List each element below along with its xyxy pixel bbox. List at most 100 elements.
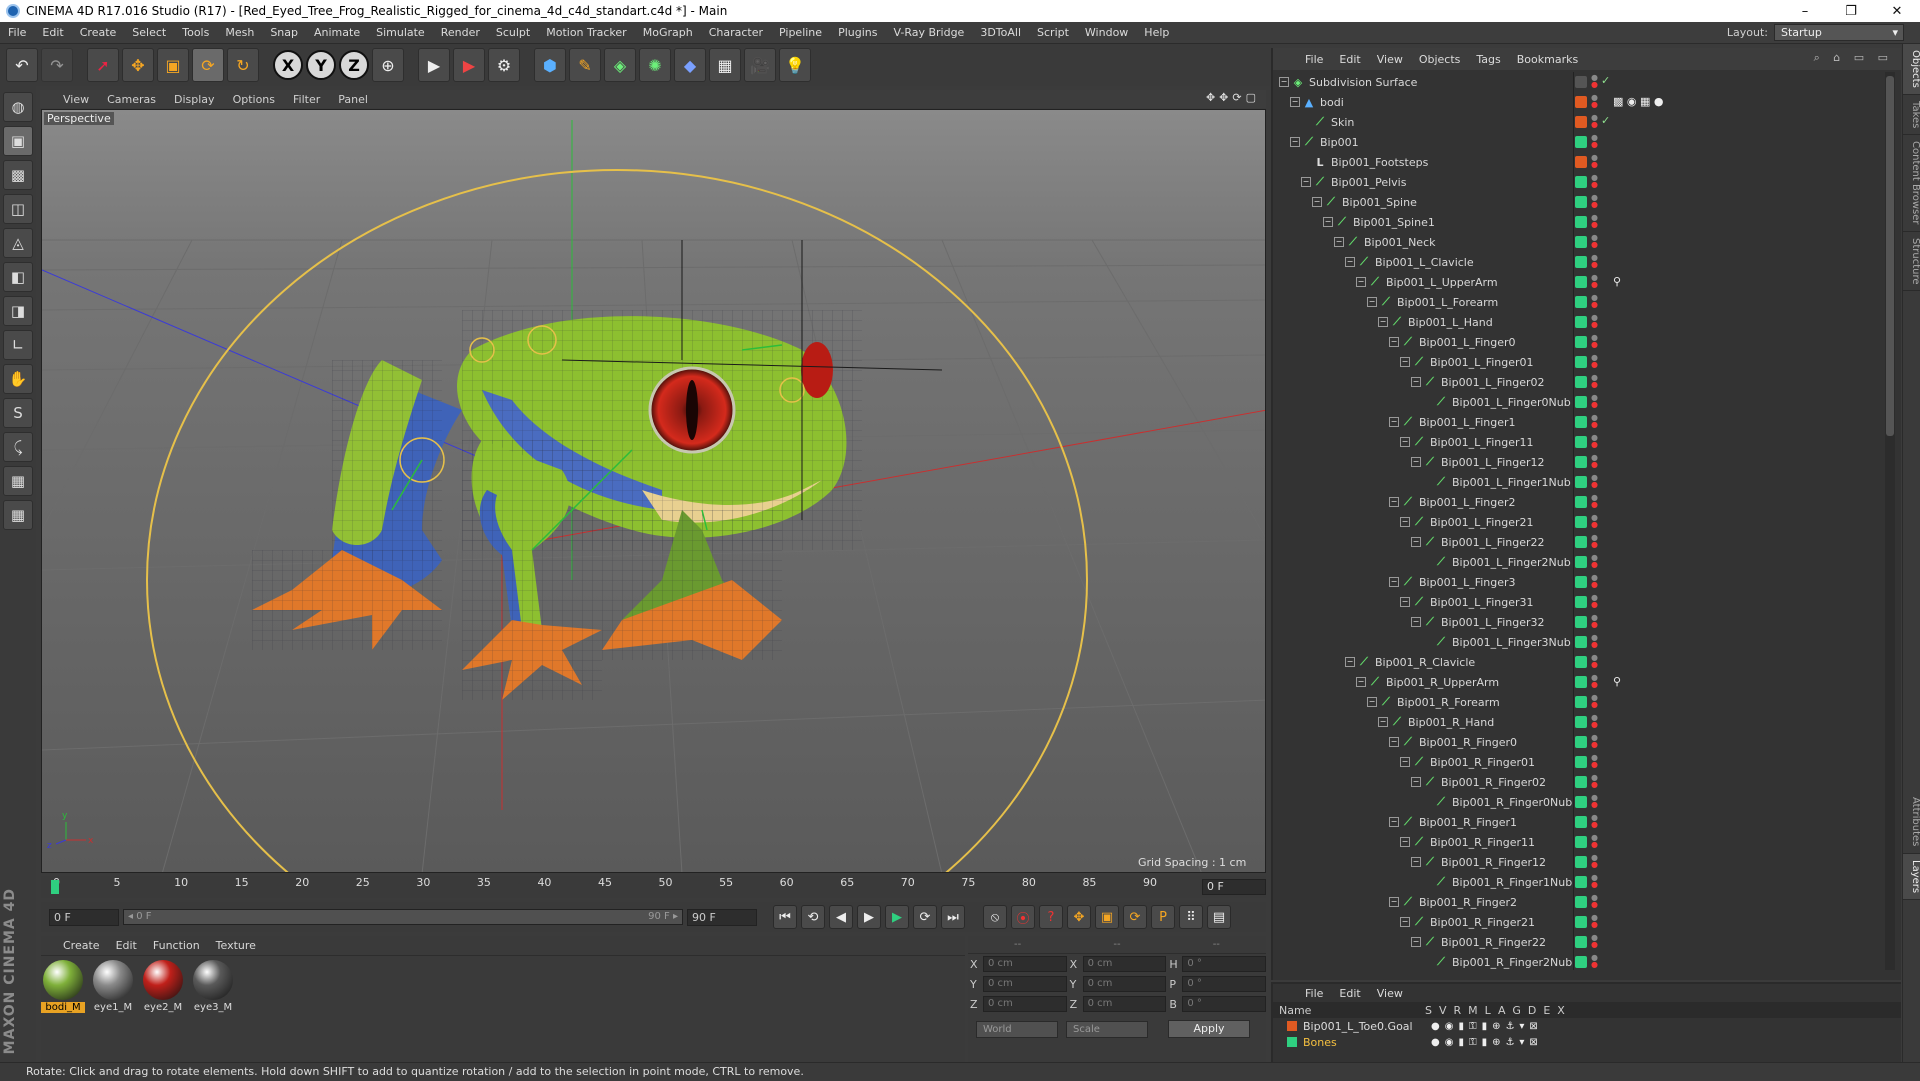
object-name[interactable]: Bip001_L_Finger3Nub <box>1452 636 1571 649</box>
layer-color-swatch[interactable] <box>1575 596 1587 608</box>
expand-toggle[interactable]: − <box>1356 677 1366 687</box>
layer-color-swatch[interactable] <box>1575 936 1587 948</box>
layer-color-swatch[interactable] <box>1575 636 1587 648</box>
expand-toggle[interactable]: − <box>1345 257 1355 267</box>
expand-toggle[interactable]: − <box>1400 917 1410 927</box>
visibility-dots[interactable]: ●● <box>1591 94 1597 108</box>
object-name[interactable]: Bip001_R_Finger02 <box>1441 776 1546 789</box>
viewport-menu-filter[interactable]: Filter <box>284 93 329 106</box>
polygons-mode-icon[interactable]: ◧ <box>3 262 33 292</box>
visibility-dots[interactable]: ●● <box>1591 674 1597 688</box>
solo-hierarchy-icon[interactable]: ▦ <box>3 500 33 530</box>
visibility-dots[interactable]: ●● <box>1591 574 1597 588</box>
object-row[interactable]: −⟋Bip001_R_Finger21●● <box>1273 912 1889 932</box>
object-name[interactable]: Bip001_R_Clavicle <box>1375 656 1475 669</box>
sculpt-mode-icon[interactable]: ◍ <box>3 92 33 122</box>
layer-color-swatch[interactable] <box>1575 136 1587 148</box>
visibility-dots[interactable]: ●● <box>1591 254 1597 268</box>
redo-button[interactable]: ↷ <box>41 48 73 82</box>
layer-row[interactable]: Bip001_L_Toe0.Goal●◉▮⚿▮⊕⚓▾⊠ <box>1273 1018 1901 1034</box>
object-row[interactable]: −⟋Bip001_L_Finger0●● <box>1273 332 1889 352</box>
viewport-menu-panel[interactable]: Panel <box>329 93 377 106</box>
expand-toggle[interactable]: − <box>1389 417 1399 427</box>
coord-position-field[interactable]: 0 cm <box>983 996 1067 1012</box>
object-row[interactable]: −⟋Bip001_L_Finger01●● <box>1273 352 1889 372</box>
timeline-ruler[interactable]: 051015202530354045505560657075808590 0 F <box>41 876 1266 898</box>
visibility-dots[interactable]: ●● <box>1591 834 1597 848</box>
object-row[interactable]: LBip001_Footsteps●● <box>1273 152 1889 172</box>
layer-color-swatch[interactable] <box>1575 456 1587 468</box>
expand-toggle[interactable]: − <box>1411 377 1421 387</box>
object-name[interactable]: Bip001_L_Clavicle <box>1375 256 1474 269</box>
object-name[interactable]: Bip001_R_Finger01 <box>1430 756 1535 769</box>
coord-rotation-field[interactable]: 0 ° <box>1182 996 1266 1012</box>
object-name[interactable]: Subdivision Surface <box>1309 76 1417 89</box>
menu-v-ray-bridge[interactable]: V-Ray Bridge <box>885 22 972 44</box>
object-row[interactable]: −⟋Bip001_R_Finger1●● <box>1273 812 1889 832</box>
expand-toggle[interactable]: − <box>1389 737 1399 747</box>
expand-toggle[interactable]: − <box>1312 197 1322 207</box>
record-keys-icon[interactable]: ⦿ <box>1011 905 1035 929</box>
object-row[interactable]: −⟋Bip001_R_Finger0●● <box>1273 732 1889 752</box>
layer-color-swatch[interactable] <box>1575 436 1587 448</box>
position-key-icon[interactable]: ✥ <box>1067 905 1091 929</box>
tab-attributes[interactable]: Attributes <box>1903 791 1920 853</box>
object-name[interactable]: Bip001_R_Forearm <box>1397 696 1500 709</box>
object-row[interactable]: −⟋Bip001_Spine1●● <box>1273 212 1889 232</box>
layer-color-swatch[interactable] <box>1575 76 1587 88</box>
object-name[interactable]: Bip001_L_Finger22 <box>1441 536 1545 549</box>
x-axis-lock-button[interactable]: X <box>273 50 303 80</box>
object-row[interactable]: −⟋Bip001_Pelvis●● <box>1273 172 1889 192</box>
object-row[interactable]: ⟋Skin●●✓ <box>1273 112 1889 132</box>
object-name[interactable]: Bip001_R_Finger2Nub <box>1452 956 1572 969</box>
expand-toggle[interactable]: − <box>1400 837 1410 847</box>
viewport-camera-label[interactable]: Perspective <box>44 112 114 125</box>
object-name[interactable]: Bip001_L_Finger0 <box>1419 336 1516 349</box>
visibility-dots[interactable]: ●● <box>1591 694 1597 708</box>
layer-name[interactable]: Bones <box>1303 1036 1337 1049</box>
menu-select[interactable]: Select <box>124 22 174 44</box>
tab-structure[interactable]: Structure <box>1903 232 1920 292</box>
expand-toggle[interactable]: − <box>1356 277 1366 287</box>
coord-position-field[interactable]: 0 cm <box>983 976 1067 992</box>
scrollbar-thumb[interactable] <box>1886 76 1894 436</box>
layer-color-swatch[interactable] <box>1575 216 1587 228</box>
expand-toggle[interactable]: − <box>1411 617 1421 627</box>
object-row[interactable]: −⟋Bip001_R_Finger22●● <box>1273 932 1889 952</box>
expand-toggle[interactable]: − <box>1345 657 1355 667</box>
tab-objects[interactable]: Objects <box>1903 44 1920 95</box>
deformer-button[interactable]: ◆ <box>674 48 706 82</box>
motion-path-icon[interactable]: ⦸ <box>983 905 1007 929</box>
tweak-mode-icon[interactable]: ✋ <box>3 364 33 394</box>
light-button[interactable]: 💡 <box>779 48 811 82</box>
coordinate-mode-select[interactable]: World <box>976 1021 1058 1038</box>
menu-script[interactable]: Script <box>1029 22 1077 44</box>
visibility-dots[interactable]: ●● <box>1591 914 1597 928</box>
layout-select[interactable]: Startup <box>1774 24 1904 41</box>
object-row[interactable]: ⟋Bip001_R_Finger1Nub●● <box>1273 872 1889 892</box>
object-name[interactable]: Bip001_L_Finger02 <box>1441 376 1545 389</box>
viewport-menu-options[interactable]: Options <box>224 93 284 106</box>
layer-color-swatch[interactable] <box>1575 736 1587 748</box>
layer-color-swatch[interactable] <box>1575 156 1587 168</box>
visibility-dots[interactable]: ●● <box>1591 294 1597 308</box>
3d-viewport[interactable]: y x z <box>41 109 1266 873</box>
menu-snap[interactable]: Snap <box>262 22 306 44</box>
layer-color-swatch[interactable] <box>1287 1037 1297 1047</box>
material-preview[interactable] <box>143 960 183 1000</box>
visibility-dots[interactable]: ●● <box>1591 134 1597 148</box>
play-forwards-icon[interactable]: ▶ <box>885 905 909 929</box>
layer-color-swatch[interactable] <box>1575 836 1587 848</box>
visibility-dots[interactable]: ●● <box>1591 554 1597 568</box>
object-name[interactable]: Bip001_R_Finger11 <box>1430 836 1535 849</box>
visibility-dots[interactable]: ●● <box>1591 734 1597 748</box>
object-name[interactable]: Bip001_R_Finger12 <box>1441 856 1546 869</box>
visibility-dots[interactable]: ●● <box>1591 494 1597 508</box>
layer-color-swatch[interactable] <box>1575 756 1587 768</box>
expand-toggle[interactable]: − <box>1389 577 1399 587</box>
layer-color-swatch[interactable] <box>1287 1021 1297 1031</box>
object-row[interactable]: −⟋Bip001_R_Hand●● <box>1273 712 1889 732</box>
visibility-dots[interactable]: ●● <box>1591 814 1597 828</box>
object-name[interactable]: Bip001_Spine <box>1342 196 1417 209</box>
coord-rotation-field[interactable]: 0 ° <box>1182 956 1266 972</box>
